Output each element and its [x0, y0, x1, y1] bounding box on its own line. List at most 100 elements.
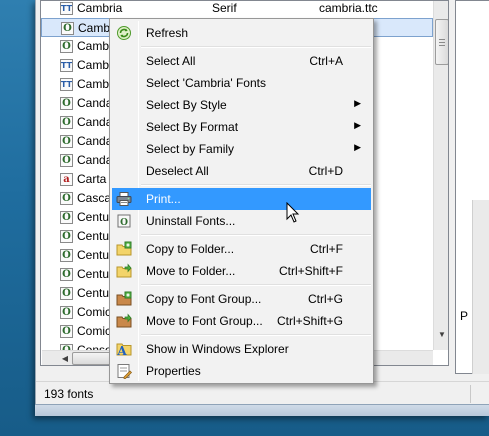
- opentype-icon: O: [60, 287, 73, 300]
- menu-item-label: Deselect All: [146, 164, 209, 178]
- font-style-cell: Serif: [212, 1, 237, 15]
- opentype-icon: O: [61, 22, 74, 35]
- preview-scrollbar[interactable]: [472, 200, 489, 374]
- menu-item-label: Print...: [146, 192, 181, 206]
- opentype-icon: O: [60, 268, 73, 281]
- menu-item-label: Show in Windows Explorer: [146, 342, 289, 356]
- font-name-cell: Centur: [77, 286, 114, 300]
- menu-item-copy-to-folder[interactable]: Copy to Folder... Ctrl+F: [112, 238, 371, 260]
- truetype-icon: TT: [60, 2, 73, 15]
- vertical-scroll-thumb[interactable]: [435, 19, 448, 65]
- menu-item-show-in-windows-explorer[interactable]: A Show in Windows Explorer: [112, 338, 371, 360]
- menu-item-move-to-font-group[interactable]: Move to Font Group... Ctrl+Shift+G: [112, 310, 371, 332]
- opentype-icon: O: [60, 306, 73, 319]
- font-name-cell: Carta: [77, 172, 107, 186]
- mouse-cursor-icon: [286, 202, 300, 223]
- vertical-scrollbar[interactable]: ▼: [433, 1, 448, 350]
- opentype-icon: O: [60, 192, 73, 205]
- menu-item-select-by-format[interactable]: Select By Format ▶: [112, 116, 371, 138]
- menu-item-shortcut: Ctrl+A: [309, 54, 343, 68]
- opentype-icon: O: [60, 135, 73, 148]
- copy-to-folder-icon: [116, 241, 132, 257]
- font-file-cell: cambria.ttc: [319, 1, 378, 15]
- menu-separator: [141, 284, 371, 286]
- font-name-cell: Canda: [77, 134, 113, 148]
- menu-item-shortcut: Ctrl+Shift+G: [276, 314, 343, 328]
- printer-icon: [116, 191, 132, 207]
- menu-item-uninstall-fonts[interactable]: O Uninstall Fonts...: [112, 210, 371, 232]
- menu-item-label: Uninstall Fonts...: [146, 214, 236, 228]
- font-name-cell: Canda: [77, 96, 113, 110]
- menu-item-select-by-family[interactable]: Select by Family ▶: [112, 138, 371, 160]
- status-bar: 193 fonts: [36, 381, 489, 404]
- menu-item-label: Select By Style: [146, 98, 227, 112]
- opentype-icon: O: [60, 230, 73, 243]
- window-bottom-frame[interactable]: [35, 404, 489, 416]
- menu-item-shortcut: Ctrl+G: [307, 292, 343, 306]
- menu-item-copy-to-font-group[interactable]: Copy to Font Group... Ctrl+G: [112, 288, 371, 310]
- menu-item-deselect-all[interactable]: Deselect All Ctrl+D: [112, 160, 371, 182]
- context-menu: Refresh Select All Ctrl+A Select 'Cambria' …: [109, 18, 374, 384]
- copy-to-font-group-icon: [116, 291, 132, 307]
- font-name-cell: Centur: [77, 210, 114, 224]
- menu-item-label: Select By Format: [146, 120, 239, 134]
- submenu-arrow-icon: ▶: [354, 120, 361, 130]
- status-separator: [470, 385, 471, 403]
- menu-item-label: Move to Folder...: [146, 264, 236, 278]
- opentype-icon: O: [60, 249, 73, 262]
- menu-item-select-all[interactable]: Select All Ctrl+A: [112, 50, 371, 72]
- menu-item-print[interactable]: Print...: [112, 188, 371, 210]
- opentype-icon: O: [60, 325, 73, 338]
- scroll-down-arrow-icon[interactable]: ▼: [435, 327, 448, 343]
- menu-item-label: Select 'Cambria' Fonts: [146, 76, 266, 90]
- font-name-cell: Comic: [77, 305, 112, 319]
- menu-separator: [141, 184, 371, 186]
- font-row[interactable]: TT Cambria Serif cambria.ttc: [41, 1, 433, 18]
- menu-item-label: Refresh: [146, 26, 189, 40]
- truetype-icon: TT: [60, 78, 73, 91]
- windows-explorer-icon: A: [116, 341, 132, 358]
- uninstall-icon: O: [116, 213, 132, 229]
- submenu-arrow-icon: ▶: [354, 98, 361, 108]
- font-name-cell: Centur: [77, 267, 114, 281]
- font-name-cell: Cambria: [77, 1, 123, 15]
- scroll-left-arrow-icon[interactable]: ◀: [58, 351, 72, 365]
- menu-item-properties[interactable]: Properties: [112, 360, 371, 382]
- menu-item-select-cambria-fonts[interactable]: Select 'Cambria' Fonts: [112, 72, 371, 94]
- font-name-cell: Centur: [77, 248, 114, 262]
- preview-text: P: [460, 309, 469, 323]
- menu-item-shortcut: Ctrl+F: [310, 242, 343, 256]
- submenu-arrow-icon: ▶: [354, 142, 361, 152]
- menu-separator: [141, 334, 371, 336]
- opentype-icon: O: [60, 211, 73, 224]
- menu-item-shortcut: Ctrl+Shift+F: [278, 264, 343, 278]
- menu-item-label: Select All: [146, 54, 196, 68]
- opentype-icon: O: [60, 116, 73, 129]
- svg-text:A: A: [116, 344, 127, 357]
- menu-item-select-by-style[interactable]: Select By Style ▶: [112, 94, 371, 116]
- font-name-cell: Canda: [77, 115, 113, 129]
- menu-item-move-to-folder[interactable]: Move to Folder... Ctrl+Shift+F: [112, 260, 371, 282]
- menu-separator: [141, 46, 371, 48]
- menu-separator: [141, 234, 371, 236]
- opentype-icon: O: [60, 40, 73, 53]
- truetype-icon: TT: [60, 59, 73, 72]
- menu-item-label: Select by Family: [146, 142, 235, 156]
- font-name-cell: Centur: [77, 229, 114, 243]
- svg-text:O: O: [120, 218, 128, 228]
- menu-item-shortcut: Ctrl+D: [308, 164, 343, 178]
- menu-item-label: Copy to Font Group...: [146, 292, 262, 306]
- font-name-cell: Canda: [77, 153, 113, 167]
- refresh-icon: [116, 25, 132, 41]
- menu-item-label: Properties: [146, 364, 201, 378]
- opentype-icon: O: [60, 154, 73, 167]
- menu-item-refresh[interactable]: Refresh: [112, 22, 371, 44]
- move-to-folder-icon: [116, 263, 132, 279]
- menu-item-label: Move to Font Group...: [146, 314, 263, 328]
- menu-item-label: Copy to Folder...: [146, 242, 235, 256]
- font-name-cell: Comic: [77, 324, 112, 338]
- font-count-status: 193 fonts: [44, 387, 94, 401]
- opentype-icon: O: [60, 97, 73, 110]
- properties-icon: [116, 363, 132, 379]
- move-to-font-group-icon: [116, 313, 132, 329]
